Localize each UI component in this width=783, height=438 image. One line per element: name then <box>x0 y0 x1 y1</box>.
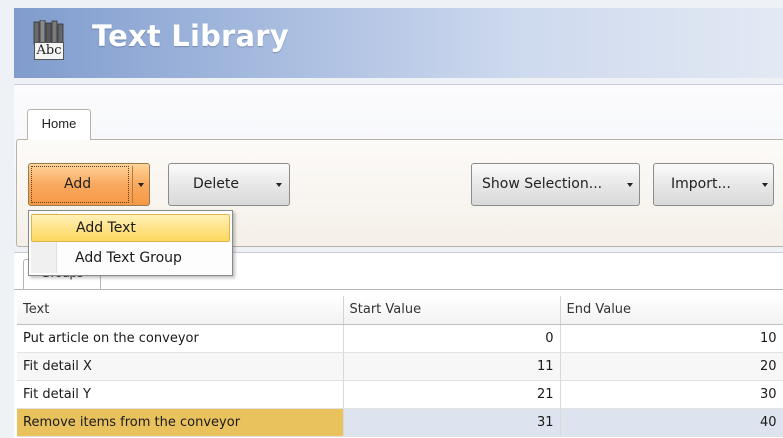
cell-end-value[interactable]: 40 <box>560 408 783 437</box>
tab-home[interactable]: Home <box>27 109 91 140</box>
table-row[interactable]: Put article on the conveyor 0 10 <box>17 324 783 353</box>
table-header-row: Text Start Value End Value <box>17 296 783 325</box>
table-row[interactable]: Fit detail X 11 20 <box>17 352 783 381</box>
table-row-selected[interactable]: Remove items from the conveyor 31 40 <box>17 408 783 437</box>
tab-divider <box>14 289 783 290</box>
menu-item-add-text-group[interactable]: Add Text Group <box>31 245 230 273</box>
books-icon: Abc <box>32 19 68 62</box>
column-header-text[interactable]: Text <box>17 296 344 325</box>
cell-text[interactable]: Put article on the conveyor <box>17 324 344 353</box>
column-header-end-value[interactable]: End Value <box>560 296 783 325</box>
cell-text[interactable]: Remove items from the conveyor <box>17 408 344 437</box>
cell-start-value[interactable]: 0 <box>343 324 561 353</box>
text-table: Text Start Value End Value Put article o… <box>17 296 783 437</box>
show-selection-button[interactable]: Show Selection... <box>471 163 640 206</box>
add-split-button[interactable]: Add <box>28 163 150 206</box>
cell-text[interactable]: Fit detail X <box>17 352 344 381</box>
cell-end-value[interactable]: 10 <box>560 324 783 353</box>
table-row[interactable]: Fit detail Y 21 30 <box>17 380 783 409</box>
add-dropdown-arrow-icon[interactable] <box>138 183 144 187</box>
import-dropdown-arrow-icon[interactable] <box>762 183 768 187</box>
show-selection-label: Show Selection... <box>482 176 603 192</box>
cell-start-value[interactable]: 21 <box>343 380 561 409</box>
import-button-label: Import... <box>671 176 731 192</box>
delete-button-label: Delete <box>193 176 239 192</box>
icon-label: Abc <box>34 42 64 60</box>
column-header-start-value[interactable]: Start Value <box>343 296 561 325</box>
import-button[interactable]: Import... <box>653 163 774 206</box>
show-selection-dropdown-arrow-icon[interactable] <box>627 183 633 187</box>
cell-text[interactable]: Fit detail Y <box>17 380 344 409</box>
split-divider <box>132 166 133 203</box>
add-button-label: Add <box>64 176 92 192</box>
cell-start-value[interactable]: 31 <box>343 408 561 437</box>
cell-end-value[interactable]: 30 <box>560 380 783 409</box>
page-title: Text Library <box>92 19 289 53</box>
delete-button[interactable]: Delete <box>168 163 290 206</box>
add-dropdown-menu: Add Text Add Text Group <box>28 210 233 276</box>
cell-end-value[interactable]: 20 <box>560 352 783 381</box>
delete-dropdown-arrow-icon[interactable] <box>276 183 282 187</box>
menu-item-add-text[interactable]: Add Text <box>31 214 230 242</box>
title-banner: Abc Text Library <box>14 8 783 78</box>
cell-start-value[interactable]: 11 <box>343 352 561 381</box>
